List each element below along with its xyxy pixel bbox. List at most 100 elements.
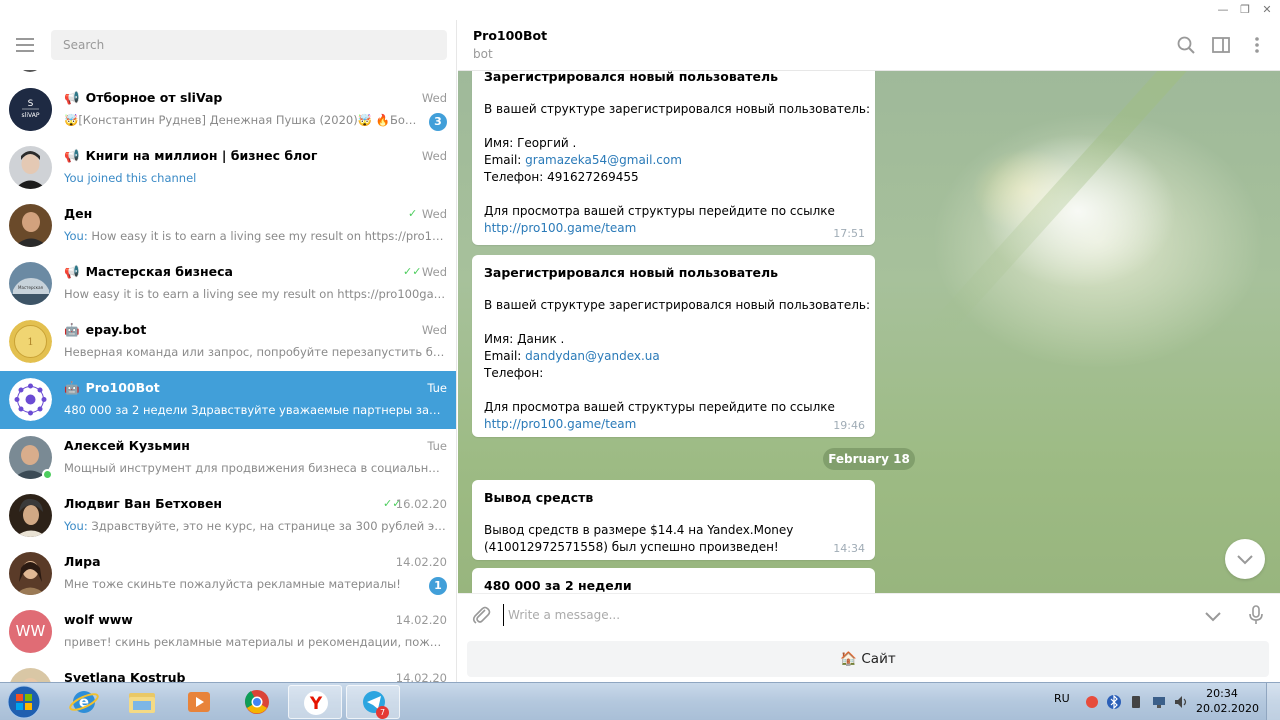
menu-icon[interactable] <box>16 38 34 52</box>
message-title: Вывод средств <box>484 490 594 505</box>
bot-icon: 🤖 <box>64 380 80 395</box>
maximize-button[interactable]: ❐ <box>1234 2 1256 18</box>
sidebar-toggle-icon[interactable] <box>1210 34 1232 56</box>
chat-time: Tue <box>427 381 447 395</box>
microphone-icon[interactable] <box>1246 604 1266 626</box>
message-bubble[interactable]: 480 000 за 2 недели <box>472 568 875 593</box>
chat-item-active[interactable]: 🤖 Pro100Bot Tue 480 000 за 2 недели Здрав… <box>0 371 456 429</box>
chat-time: Wed <box>421 265 447 279</box>
taskbar-ie[interactable]: e <box>57 685 111 719</box>
message-text: В вашей структуре зарегистрировался новы… <box>484 102 871 116</box>
chat-time: Tue <box>427 439 447 453</box>
chat-preview: Неверная команда или запрос, попробуйте … <box>64 345 446 359</box>
taskbar-telegram[interactable]: 7 <box>346 685 400 719</box>
chat-name-text: Отборное от sliVap <box>85 90 223 105</box>
chat-preview: 480 000 за 2 недели Здравствуйте уважаем… <box>64 403 446 417</box>
avatar <box>9 378 52 421</box>
message-link[interactable]: http://pro100.game/team <box>484 220 863 237</box>
start-button[interactable] <box>4 684 44 720</box>
scroll-down-button[interactable] <box>1225 539 1265 579</box>
chat-preview: привет! скинь рекламные материалы и реко… <box>64 635 446 649</box>
chat-preview: Мощный инструмент для продвижения бизнес… <box>64 461 446 475</box>
sidebar-header <box>0 20 456 70</box>
chat-item[interactable]: WW wolf www 14.02.20 привет! скинь рекла… <box>0 603 456 661</box>
avatar-initials: WW <box>15 622 46 640</box>
chat-item[interactable]: Людвиг Ван Бетховен ✓✓ 16.02.20 You: Здр… <box>0 487 456 545</box>
telegram-badge: 7 <box>376 706 389 719</box>
search-icon[interactable] <box>1175 34 1197 56</box>
taskbar: e Y 7 RU 20:34 20.02.2020 <box>0 682 1280 720</box>
volume-icon[interactable] <box>1173 694 1189 710</box>
message-bubble[interactable]: Зарегистрировался новый пользователь В в… <box>472 71 875 245</box>
chat-item[interactable]: Svetlana Kostrub 14.02.20 <box>0 661 456 682</box>
chat-item[interactable]: Ден ✓ Wed You: How easy it is to earn a … <box>0 197 456 255</box>
read-check-icon: ✓ <box>408 207 418 220</box>
taskbar-media-player[interactable] <box>172 685 226 719</box>
unread-badge: 1 <box>429 577 447 595</box>
you-prefix: You: <box>64 229 88 243</box>
chat-name: 📢 Мастерская бизнеса <box>64 264 233 280</box>
message-time: 19:46 <box>833 419 865 432</box>
unread-badge: 3 <box>429 113 447 131</box>
site-keyboard-button[interactable]: 🏠 Сайт <box>467 641 1269 677</box>
yandex-tray-icon[interactable] <box>1084 694 1100 710</box>
close-button[interactable]: ✕ <box>1256 2 1278 18</box>
network-icon[interactable] <box>1151 694 1167 710</box>
taskbar-explorer[interactable] <box>115 685 169 719</box>
avatar: Мастерская <box>9 262 52 305</box>
chat-item[interactable]: Лира 14.02.20 Мне тоже скиньте пожалуйст… <box>0 545 456 603</box>
yandex-browser-icon: Y <box>304 691 328 715</box>
avatar: 1 <box>9 320 52 363</box>
internet-explorer-icon: e <box>69 691 99 713</box>
more-vertical-icon[interactable] <box>1246 34 1268 56</box>
taskbar-yandex-browser[interactable]: Y <box>288 685 342 719</box>
avatar <box>9 204 52 247</box>
chat-preview: 🤯[Константин Руднев] Денежная Пушка (202… <box>64 113 419 127</box>
chat-subtitle: bot <box>473 47 493 61</box>
bluetooth-icon[interactable] <box>1106 694 1122 710</box>
chat-item[interactable]: 📢 Книги на миллион | бизнес блог Wed You … <box>0 139 456 197</box>
background-stem <box>919 71 1191 350</box>
chat-name: Лира <box>64 554 101 569</box>
message-bubble[interactable]: Зарегистрировался новый пользователь В в… <box>472 255 875 437</box>
language-indicator[interactable]: RU <box>1054 692 1070 705</box>
bot-keyboard-toggle-icon[interactable] <box>1203 606 1223 626</box>
chat-item[interactable]: 1 🤖 epay.bot Wed Неверная команда или зап… <box>0 313 456 371</box>
email-link[interactable]: gramazeka54@gmail.com <box>525 153 682 167</box>
chat-name: Алексей Кузьмин <box>64 438 190 453</box>
chat-name: Svetlana Kostrub <box>64 670 186 682</box>
chat-item[interactable]: Алексей Кузьмин Tue Мощный инструмент дл… <box>0 429 456 487</box>
chat-name-text: Pro100Bot <box>85 380 160 395</box>
megaphone-icon: 📢 <box>64 90 80 105</box>
device-icon[interactable] <box>1128 694 1144 710</box>
you-prefix: You: <box>64 519 88 533</box>
chat-title[interactable]: Pro100Bot <box>473 28 547 43</box>
megaphone-icon: 📢 <box>64 148 80 163</box>
clock[interactable]: 20:34 20.02.2020 <box>1196 686 1259 716</box>
message-text: Телефон: 491627269455 <box>484 170 639 184</box>
message-bubble[interactable]: Вывод средств Вывод средств в размере $1… <box>472 480 875 560</box>
svg-text:Мастерская: Мастерская <box>18 285 43 290</box>
chat-name-text: epay.bot <box>85 322 147 337</box>
double-check-icon: ✓✓ <box>403 265 422 278</box>
taskbar-chrome[interactable] <box>230 685 284 719</box>
chat-item[interactable]: SsliVAP 📢 Отборное от sliVap Wed 🤯[Конста… <box>0 81 456 139</box>
message-area[interactable]: Зарегистрировался новый пользователь В в… <box>458 71 1280 593</box>
minimize-button[interactable]: — <box>1212 2 1234 18</box>
message-time: 17:51 <box>833 227 865 240</box>
message-text: Для просмотра вашей структуры перейдите … <box>484 400 835 414</box>
message-text: Для просмотра вашей структуры перейдите … <box>484 204 835 218</box>
chat-name: 📢 Отборное от sliVap <box>64 90 222 106</box>
attach-icon[interactable] <box>470 604 492 626</box>
svg-text:1: 1 <box>27 337 33 348</box>
message-link[interactable]: http://pro100.game/team <box>484 416 863 433</box>
search-input[interactable] <box>51 30 447 60</box>
online-indicator <box>42 469 53 480</box>
chat-preview: You: Здравствуйте, это не курс, на стран… <box>64 519 446 533</box>
chat-time: 14.02.20 <box>395 613 447 627</box>
chat-item[interactable]: Мастерская 📢 Мастерская бизнеса ✓✓ Wed Ho… <box>0 255 456 313</box>
email-link[interactable]: dandydan@yandex.ua <box>525 349 660 363</box>
show-desktop-button[interactable] <box>1266 683 1280 720</box>
avatar <box>9 668 52 682</box>
message-input[interactable] <box>503 604 1183 626</box>
